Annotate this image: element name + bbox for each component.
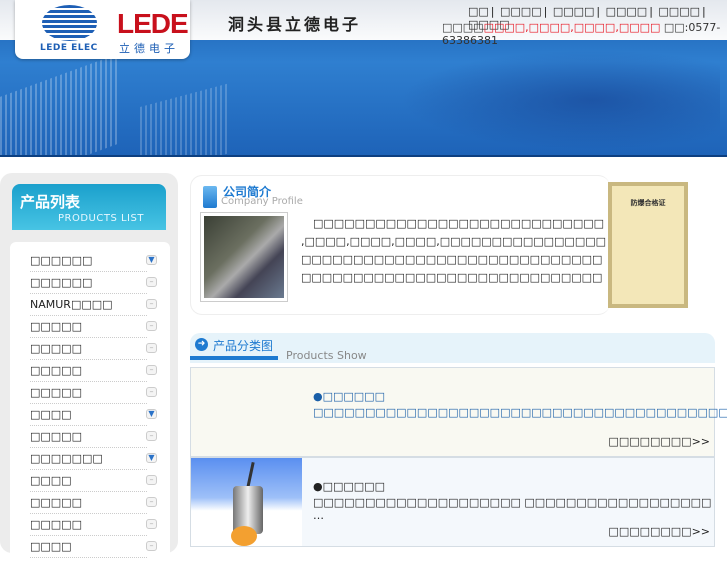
logo-cn: 立德电子 xyxy=(119,42,179,55)
contact-link[interactable]: □□□□ xyxy=(484,21,526,34)
nav-link[interactable]: □□□□ xyxy=(606,5,648,18)
banner-world-map xyxy=(400,50,720,150)
more-link[interactable]: □□□□□□□□>> xyxy=(608,525,710,538)
sidebar-item[interactable]: □□□□□□ ▼ xyxy=(30,250,157,272)
sidebar-item-label: □□□□□ xyxy=(30,496,82,509)
sidebar-subtitle: PRODUCTS LIST xyxy=(58,213,144,224)
sidebar-item-label: □□□□□ xyxy=(30,430,82,443)
certificate-image[interactable]: 防爆合格证 xyxy=(608,182,688,308)
sidebar-item[interactable]: NAMUR□□□□ – xyxy=(30,294,157,316)
sidebar-item[interactable]: □□□□□ – xyxy=(30,382,157,404)
minus-icon[interactable]: – xyxy=(146,475,157,485)
header-banner: LEDE ELEC LEDE 立德电子 洞头县立德电子 □□ | □□□□ | □□… xyxy=(0,0,727,157)
more-link[interactable]: □□□□□□□□>> xyxy=(608,435,710,448)
minus-icon[interactable]: – xyxy=(146,541,157,551)
sidebar-item[interactable]: □□□□□ – xyxy=(30,492,157,514)
company-intro: □□□□□□□□□□□□□□□□□□□□□□□□□□□□ ,□□□□,□□□□,… xyxy=(301,217,606,284)
product-desc[interactable]: □□□□□□□□□□□□□□□□□□□□ □□□□□□□□□□□□□□□□□□ … xyxy=(313,496,714,522)
nav-separator: | xyxy=(543,5,548,18)
contact-link[interactable]: □□□□ xyxy=(529,21,571,34)
products-show-header: ➜ 产品分类图 Products Show xyxy=(190,333,715,363)
sidebar-item-label: □□□□ xyxy=(30,474,72,487)
product-image[interactable] xyxy=(191,458,302,546)
sidebar-title: 产品列表 xyxy=(20,193,81,211)
nav-separator: | xyxy=(596,5,601,18)
product-category-list: □□□□□□ ▼ □□□□□□ – NAMUR□□□□ – □□□□□ – □□□□□ – □□□□… xyxy=(10,242,170,562)
minus-icon[interactable]: – xyxy=(146,519,157,529)
sidebar-item-label: □□□□□ xyxy=(30,320,82,333)
sidebar-item-label: □□□□ xyxy=(30,408,72,421)
nav-link[interactable]: □□□□ xyxy=(500,5,542,18)
logo-brand: LEDE xyxy=(117,8,189,39)
product-card: ●□□□□□□ □□□□□□□□□□□□□□□□□□□□ □□□□□□□□□□□… xyxy=(190,457,715,547)
building-icon xyxy=(203,186,217,208)
site-title: 洞头县立德电子 xyxy=(228,15,362,34)
logo-globe-icon xyxy=(42,5,97,41)
nav-separator: | xyxy=(701,5,706,18)
product-name[interactable]: ●□□□□□□ xyxy=(313,480,385,493)
sidebar-item[interactable]: □□□□□ – xyxy=(30,360,157,382)
contact-line: □□□□□□□□,□□□□,□□□□,□□□□ □□:0577-63386381 xyxy=(442,21,721,47)
product-card: ●□□□□□□ □□□□□□□□□□□□□□□□□□□□□□□□□□□□□□□□… xyxy=(190,367,727,457)
minus-icon[interactable]: – xyxy=(146,387,157,397)
contact-label: □□□□ xyxy=(442,21,484,34)
minus-icon[interactable]: – xyxy=(146,431,157,441)
sidebar-item-label: □□□□□ xyxy=(30,342,82,355)
minus-icon[interactable]: – xyxy=(146,299,157,309)
product-name[interactable]: ●□□□□□□ xyxy=(313,390,385,403)
minus-icon[interactable]: – xyxy=(146,321,157,331)
arrow-right-icon: ➜ xyxy=(195,338,208,351)
sidebar-item[interactable]: □□□□□ – xyxy=(30,338,157,360)
logo[interactable]: LEDE ELEC LEDE 立德电子 xyxy=(15,0,190,59)
sidebar-item[interactable]: □□□□□□□ ▼ xyxy=(30,448,157,470)
sidebar-item-label: □□□□□ xyxy=(30,364,82,377)
products-show-subtitle: Products Show xyxy=(286,349,367,362)
sidebar-item-label: □□□□□□□ xyxy=(30,452,103,465)
sidebar-item-label: □□□□□ xyxy=(30,518,82,531)
minus-icon[interactable]: – xyxy=(146,277,157,287)
banner-building xyxy=(0,53,120,155)
sidebar-item-label: □□□□□ xyxy=(30,386,82,399)
sidebar-item-label: □□□□□□ xyxy=(30,276,93,289)
nav-separator: | xyxy=(490,5,495,18)
products-show-title: 产品分类图 xyxy=(213,339,274,353)
logo-en: LEDE ELEC xyxy=(40,43,98,53)
nav-link[interactable]: □□□□ xyxy=(553,5,595,18)
sidebar-item-label: □□□□□□ xyxy=(30,254,93,267)
phone-label: □□: xyxy=(663,21,689,34)
contact-link[interactable]: □□□□ xyxy=(619,21,661,34)
expand-down-icon[interactable]: ▼ xyxy=(146,409,157,419)
nav-separator: | xyxy=(649,5,653,18)
contact-link[interactable]: □□□□ xyxy=(574,21,616,34)
title-underline xyxy=(190,356,278,360)
sidebar-item[interactable]: □□□□□ – xyxy=(30,426,157,448)
products-list-header: 产品列表 PRODUCTS LIST xyxy=(12,184,166,230)
sidebar-item[interactable]: □□□□□□ – xyxy=(30,272,157,294)
company-photo[interactable] xyxy=(200,212,288,302)
sidebar: 产品列表 PRODUCTS LIST □□□□□□ ▼ □□□□□□ – NAMUR□□… xyxy=(0,173,178,562)
sidebar-item-label: NAMUR□□□□ xyxy=(30,298,113,311)
company-profile: 公司简介 Company Profile □□□□□□□□□□□□□□□□□□□… xyxy=(190,175,610,315)
banner-building xyxy=(140,82,230,155)
minus-icon[interactable]: – xyxy=(146,343,157,353)
nav-link[interactable]: □□ xyxy=(468,5,489,18)
product-image[interactable] xyxy=(191,368,302,456)
sidebar-item[interactable]: □□□□ – xyxy=(30,470,157,492)
expand-down-icon[interactable]: ▼ xyxy=(146,255,157,265)
product-desc[interactable]: □□□□□□□□□□□□□□□□□□□□□□□□□□□□□□□□□□□□□□□□… xyxy=(313,406,727,419)
sidebar-item[interactable]: □□□□□ – xyxy=(30,316,157,338)
sidebar-item[interactable]: □□□□□ – xyxy=(30,514,157,536)
minus-icon[interactable]: – xyxy=(146,365,157,375)
expand-down-icon[interactable]: ▼ xyxy=(146,453,157,463)
sidebar-item-label: □□□□ xyxy=(30,540,72,553)
sidebar-item[interactable]: □□□□ – xyxy=(30,536,157,558)
certificate-title: 防爆合格证 xyxy=(612,186,684,304)
profile-subtitle: Company Profile xyxy=(221,196,303,207)
minus-icon[interactable]: – xyxy=(146,497,157,507)
sidebar-item[interactable]: □□□□ ▼ xyxy=(30,404,157,426)
nav-link[interactable]: □□□□ xyxy=(658,5,700,18)
